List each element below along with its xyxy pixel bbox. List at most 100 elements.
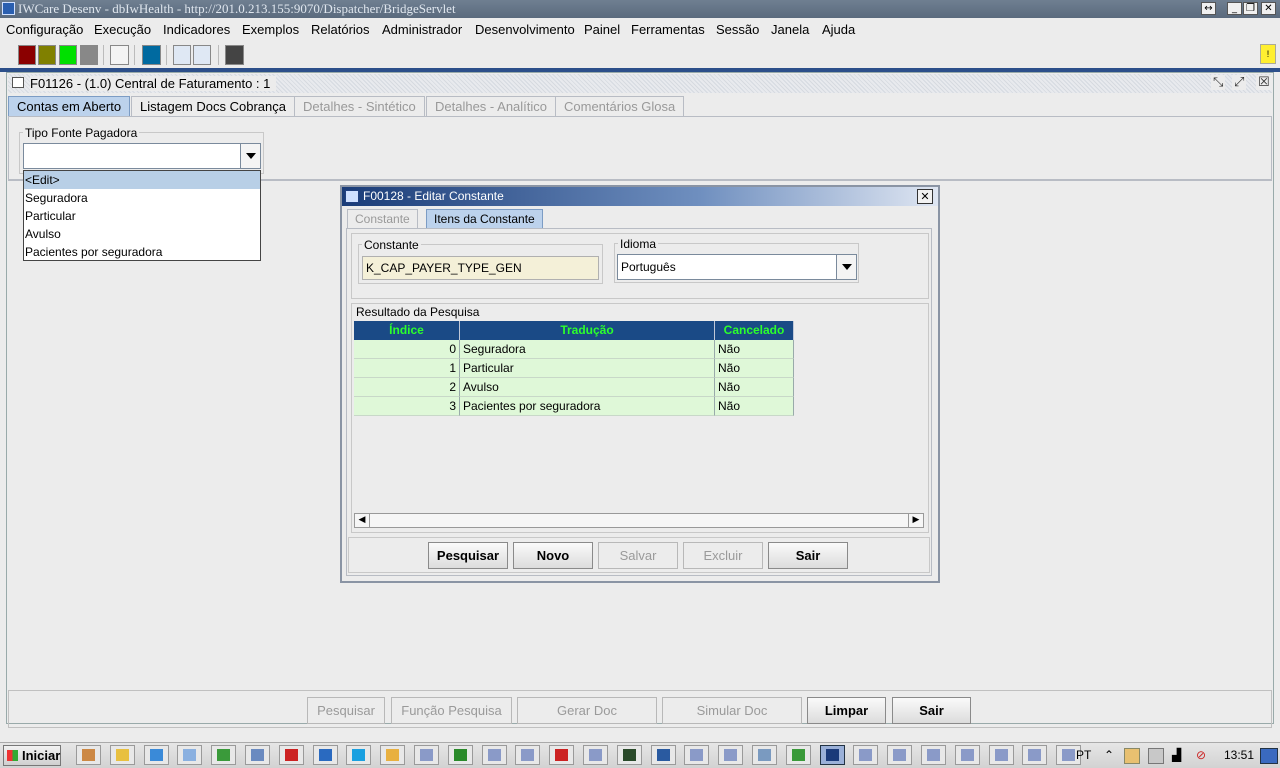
horizontal-scrollbar[interactable]: ◀ ▶ (354, 513, 924, 528)
language-select[interactable]: Português (617, 254, 857, 280)
chevron-down-icon[interactable] (240, 144, 260, 168)
taskbar-button[interactable] (752, 745, 777, 765)
save-button[interactable]: Salvar (598, 542, 678, 569)
menu-indicadores[interactable]: Indicadores (163, 22, 230, 37)
taskbar-button[interactable] (482, 745, 507, 765)
taskbar-button[interactable] (718, 745, 743, 765)
clock[interactable]: 13:51 (1224, 748, 1254, 762)
dropdown-item-pacientes[interactable]: Pacientes por seguradora (24, 243, 260, 261)
show-desktop-icon[interactable] (1260, 748, 1278, 764)
dropdown-item-avulso[interactable]: Avulso (24, 225, 260, 243)
taskbar-button[interactable] (887, 745, 912, 765)
new-button[interactable]: Novo (513, 542, 593, 569)
menu-desenvolvimento[interactable]: Desenvolvimento (475, 22, 575, 37)
chevron-up-icon[interactable]: ⌃ (1104, 748, 1114, 762)
column-header-cancelado[interactable]: Cancelado (715, 321, 794, 340)
search-button[interactable]: Pesquisar (428, 542, 508, 569)
taskbar-button[interactable] (380, 745, 405, 765)
signal-icon[interactable]: ▟ (1172, 748, 1181, 762)
menu-exemplos[interactable]: Exemplos (242, 22, 299, 37)
menu-relatorios[interactable]: Relatórios (311, 22, 370, 37)
taskbar-button[interactable] (955, 745, 980, 765)
menu-janela[interactable]: Janela (771, 22, 809, 37)
tab-detalhes-sintetico[interactable]: Detalhes - Sintético (294, 96, 425, 116)
taskbar-button[interactable] (617, 745, 642, 765)
taskbar-button[interactable] (245, 745, 270, 765)
taskbar-button[interactable] (144, 745, 169, 765)
menu-administrador[interactable]: Administrador (382, 22, 462, 37)
dialog-exit-button[interactable]: Sair (768, 542, 848, 569)
taskbar-button[interactable] (346, 745, 371, 765)
frame-search-button[interactable]: Pesquisar (307, 697, 385, 724)
scroll-left-icon[interactable]: ◀ (355, 514, 370, 527)
close-button[interactable]: ✕ (1261, 2, 1276, 15)
menu-ajuda[interactable]: Ajuda (822, 22, 855, 37)
search-function-button[interactable]: Função Pesquisa (391, 697, 512, 724)
tab-comentarios-glosa[interactable]: Comentários Glosa (555, 96, 685, 116)
generate-doc-button[interactable]: Gerar Doc (517, 697, 657, 724)
alert-badge-icon[interactable]: ! (1260, 44, 1276, 64)
dropdown-item-seguradora[interactable]: Seguradora (24, 189, 260, 207)
simulate-doc-button[interactable]: Simular Doc (662, 697, 802, 724)
white-swatch[interactable] (110, 45, 129, 65)
taskbar-button[interactable] (786, 745, 811, 765)
clear-button[interactable]: Limpar (807, 697, 886, 724)
taskbar-button[interactable] (853, 745, 878, 765)
maximize-frame-icon[interactable]: ⤢ (1232, 75, 1247, 90)
payer-type-combo[interactable] (23, 143, 261, 169)
taskbar-button[interactable] (414, 745, 439, 765)
tree-view-icon[interactable] (173, 45, 191, 65)
dialog-close-icon[interactable]: ✕ (917, 189, 933, 204)
teal-swatch[interactable] (142, 45, 161, 65)
delete-button[interactable]: Excluir (683, 542, 763, 569)
dark-red-swatch[interactable] (18, 45, 36, 65)
menu-execucao[interactable]: Execução (94, 22, 151, 37)
table-row[interactable]: 2 Avulso Não (354, 378, 794, 397)
column-header-indice[interactable]: Índice (354, 321, 460, 340)
taskbar-button[interactable] (1022, 745, 1047, 765)
dropdown-item-edit[interactable]: <Edit> (24, 171, 260, 189)
taskbar-button[interactable] (989, 745, 1014, 765)
taskbar-button[interactable] (177, 745, 202, 765)
grid-view-icon[interactable] (193, 45, 211, 65)
maximize-button[interactable]: ❐ (1243, 2, 1258, 15)
tray-network-icon[interactable] (1124, 748, 1140, 764)
taskbar-button[interactable] (515, 745, 540, 765)
taskbar-button[interactable] (110, 745, 135, 765)
taskbar-button[interactable] (921, 745, 946, 765)
tab-detalhes-analitico[interactable]: Detalhes - Analítico (426, 96, 557, 116)
iconify-icon[interactable]: ⤡ (1211, 75, 1226, 90)
volume-muted-icon[interactable]: ⊘ (1196, 748, 1206, 762)
taskbar-button[interactable] (76, 745, 101, 765)
column-header-traducao[interactable]: Tradução (460, 321, 715, 340)
start-button[interactable]: Iniciar (3, 745, 61, 766)
chevron-down-icon[interactable] (836, 255, 856, 279)
language-indicator[interactable]: PT (1076, 748, 1091, 762)
dropdown-item-particular[interactable]: Particular (24, 207, 260, 225)
frame-exit-button[interactable]: Sair (892, 697, 971, 724)
taskbar-button[interactable] (583, 745, 608, 765)
taskbar-button[interactable] (211, 745, 236, 765)
taskbar-button[interactable] (448, 745, 473, 765)
menu-painel[interactable]: Painel (584, 22, 620, 37)
tab-listagem-docs-cobranca[interactable]: Listagem Docs Cobrança (131, 96, 295, 116)
green-swatch[interactable] (59, 45, 77, 65)
olive-swatch[interactable] (38, 45, 56, 65)
tab-contas-em-aberto[interactable]: Contas em Aberto (8, 96, 131, 116)
table-row[interactable]: 3 Pacientes por seguradora Não (354, 397, 794, 416)
taskbar-button[interactable] (820, 745, 845, 765)
taskbar-button[interactable] (279, 745, 304, 765)
table-row[interactable]: 1 Particular Não (354, 359, 794, 378)
gray-swatch[interactable] (80, 45, 98, 65)
taskbar-button[interactable] (651, 745, 676, 765)
close-frame-icon[interactable]: ☒ (1256, 75, 1272, 90)
menu-configuracao[interactable]: Configuração (6, 22, 83, 37)
tab-itens-da-constante[interactable]: Itens da Constante (426, 209, 543, 228)
taskbar-button[interactable] (549, 745, 574, 765)
restore-size-icon[interactable]: ↔ (1201, 2, 1216, 15)
taskbar-button[interactable] (313, 745, 338, 765)
tab-constante[interactable]: Constante (347, 209, 418, 228)
minimize-button[interactable]: _ (1227, 2, 1242, 15)
scroll-right-icon[interactable]: ▶ (908, 514, 923, 527)
tray-device-icon[interactable] (1148, 748, 1164, 764)
